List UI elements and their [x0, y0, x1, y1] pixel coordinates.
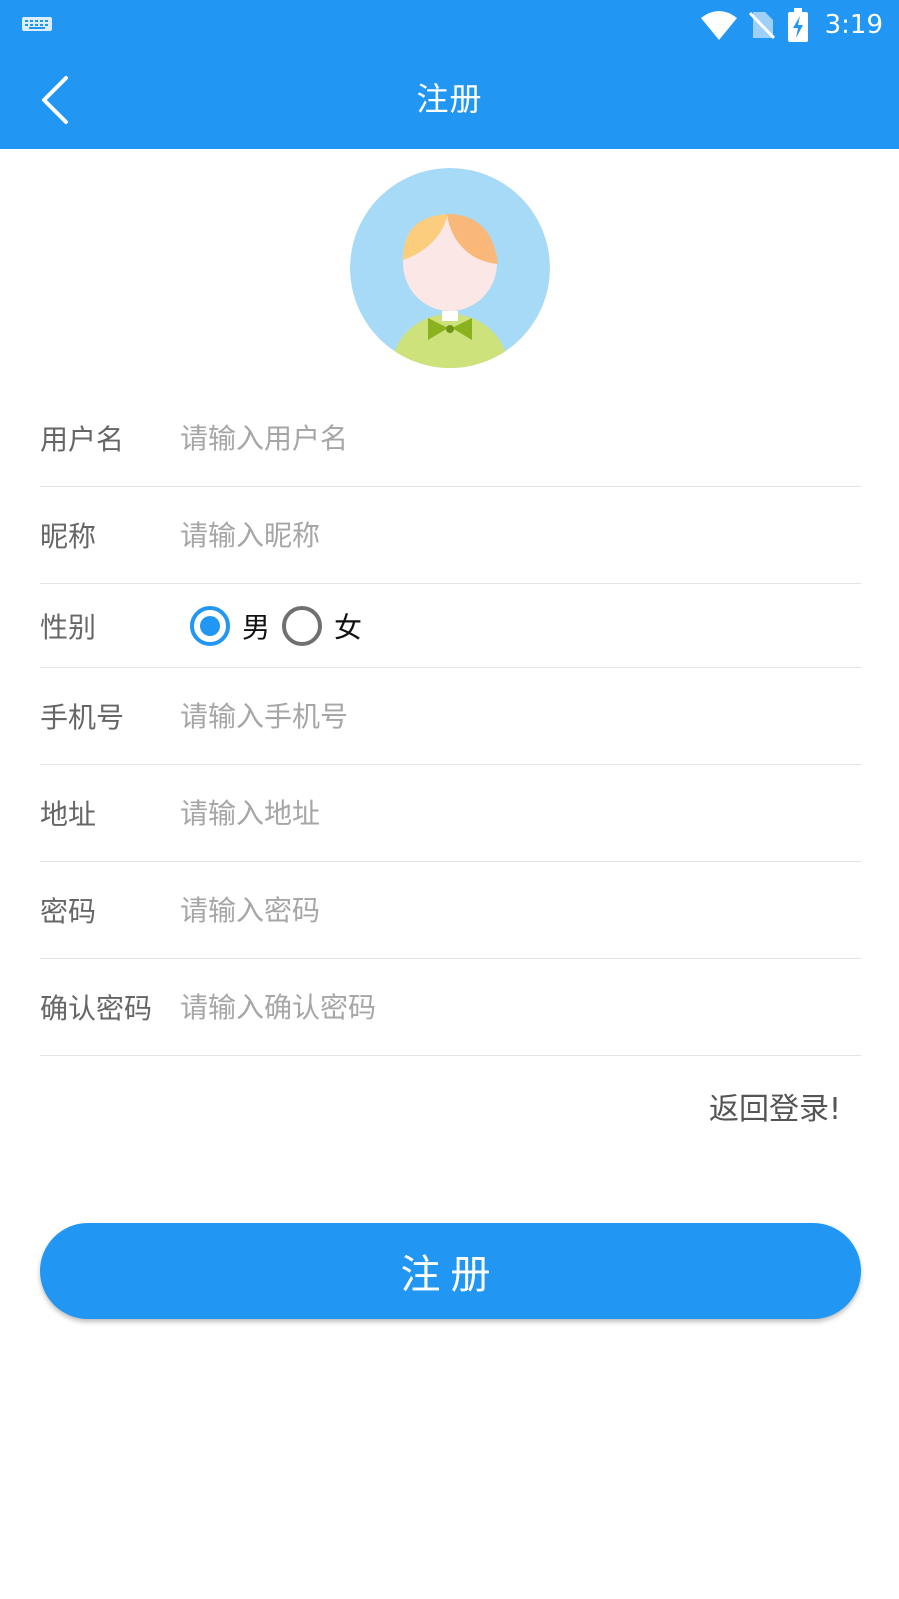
- gender-female-label: 女: [334, 610, 363, 644]
- phone-row: 手机号: [40, 668, 861, 765]
- app-toolbar: 注册: [0, 50, 899, 149]
- confirm-password-input[interactable]: [180, 959, 861, 1055]
- user-avatar-illustration: [350, 168, 550, 368]
- status-icons: 3:19: [700, 8, 883, 42]
- page-title: 注册: [416, 80, 483, 118]
- radio-unchecked-icon: [282, 605, 323, 646]
- confirm-password-row: 确认密码: [40, 959, 861, 1056]
- nickname-label: 昵称: [40, 520, 97, 553]
- avatar[interactable]: [350, 168, 550, 368]
- wifi-icon: [700, 11, 737, 40]
- register-form: 用户名 昵称 性别 男 女 手机号 地址 密码 确认密码: [40, 390, 861, 1056]
- gender-radio-group: 男 女: [190, 605, 374, 646]
- gender-male-radio[interactable]: 男: [190, 605, 282, 646]
- status-bar: 3:19: [0, 0, 899, 50]
- gender-female-radio[interactable]: 女: [282, 605, 374, 646]
- gender-row: 性别 男 女: [40, 584, 861, 668]
- keyboard-icon: [22, 17, 52, 31]
- phone-input[interactable]: [180, 668, 861, 764]
- back-to-login-link[interactable]: 返回登录!: [709, 1084, 841, 1128]
- clock: 3:19: [824, 10, 883, 40]
- no-sim-icon: [748, 11, 775, 40]
- gender-male-label: 男: [242, 610, 271, 644]
- gender-label: 性别: [40, 610, 97, 644]
- password-row: 密码: [40, 862, 861, 959]
- address-input[interactable]: [180, 765, 861, 861]
- username-input[interactable]: [180, 390, 861, 486]
- password-input[interactable]: [180, 862, 861, 958]
- phone-label: 手机号: [40, 701, 125, 734]
- battery-charging-icon: [787, 8, 808, 42]
- address-label: 地址: [40, 798, 97, 831]
- username-label: 用户名: [40, 423, 125, 456]
- nickname-row: 昵称: [40, 487, 861, 584]
- radio-checked-icon: [190, 605, 230, 646]
- register-button[interactable]: 注册: [40, 1223, 861, 1319]
- password-label: 密码: [40, 895, 97, 928]
- username-row: 用户名: [40, 390, 861, 487]
- confirm-password-label: 确认密码: [40, 992, 153, 1025]
- address-row: 地址: [40, 765, 861, 862]
- nickname-input[interactable]: [180, 487, 861, 583]
